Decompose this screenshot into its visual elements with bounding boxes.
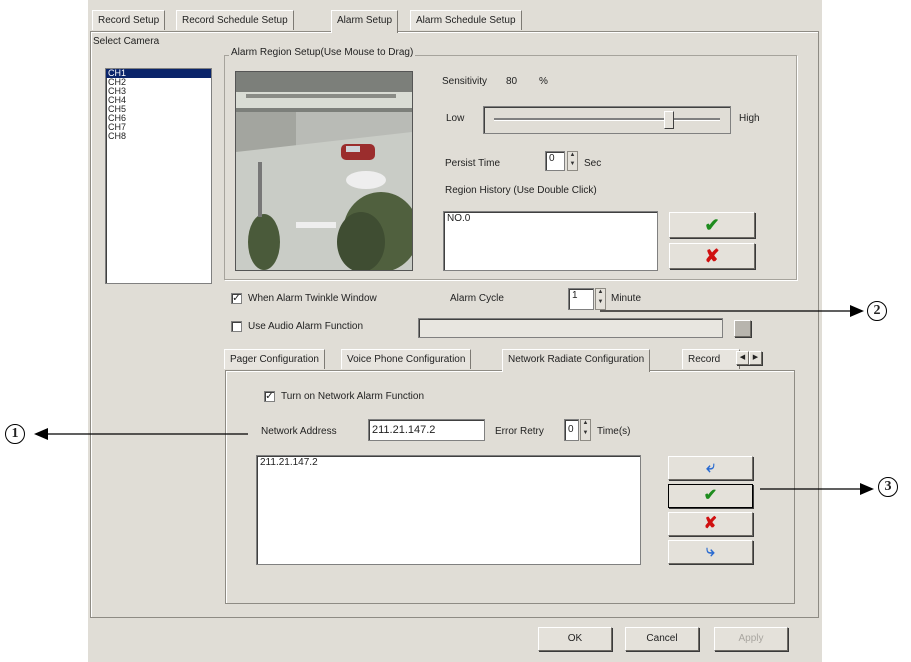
callout-3-marker: 3 [878,477,898,497]
callout-1-marker: 1 [5,424,25,444]
callout-3-arrowhead [860,483,874,495]
callout-arrows [34,305,874,495]
callout-2-marker: 2 [867,301,887,321]
callout-2-arrowhead [850,305,864,317]
tab-network-radiate-configuration[interactable]: Network Radiate Configuration [502,349,651,372]
tab-alarm-setup[interactable]: Alarm Setup [331,10,399,33]
callout-1-arrowhead [34,428,48,440]
